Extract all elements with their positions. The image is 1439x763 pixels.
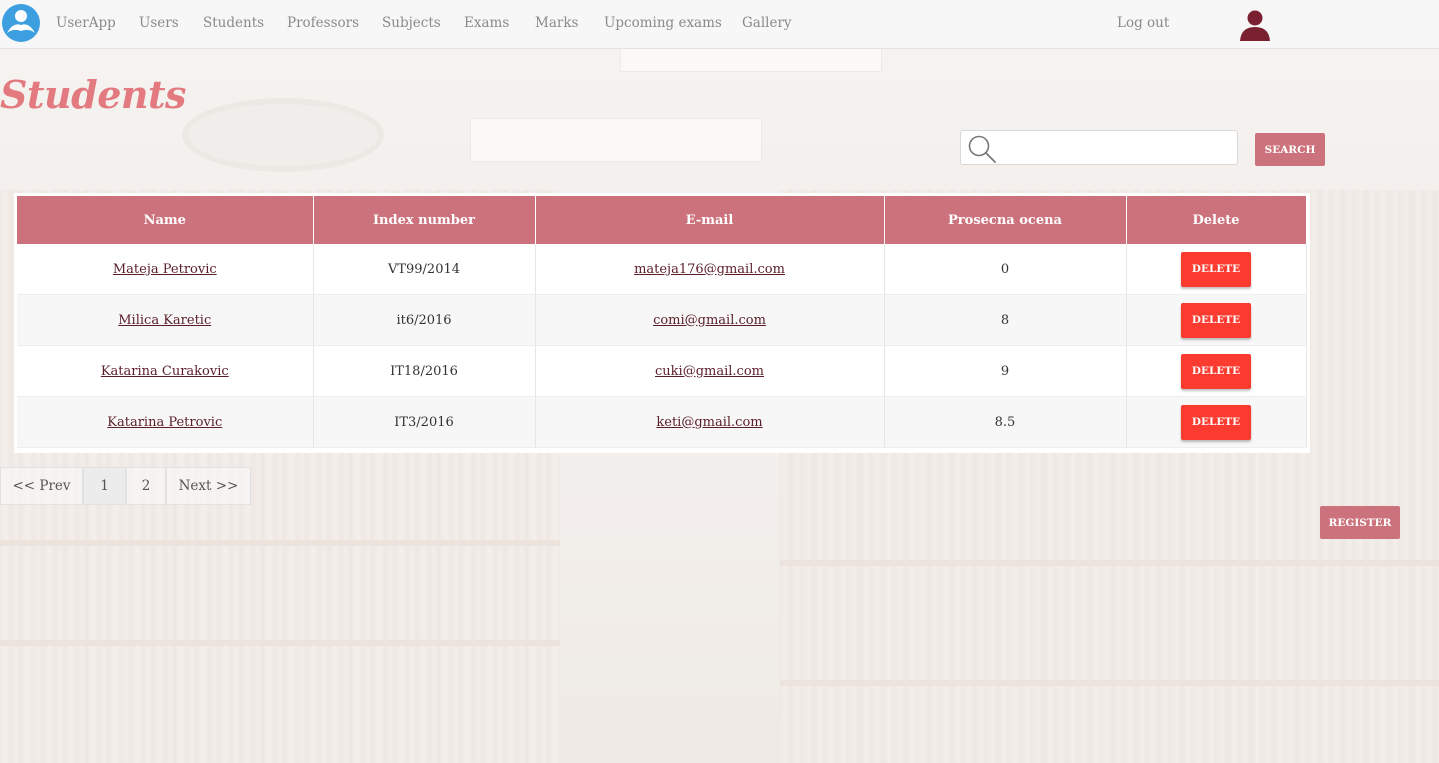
nav-item-upcoming-exams[interactable]: Upcoming exams [604, 15, 722, 31]
table-row: Katarina Curakovic IT18/2016 cuki@gmail.… [17, 345, 1307, 397]
search-box [960, 130, 1238, 165]
cell-name: Katarina Petrovic [17, 396, 314, 448]
pagination-page-1[interactable]: 1 [83, 467, 126, 505]
cell-email: cuki@gmail.com [535, 345, 885, 397]
students-table: Name Index number E-mail Prosecna ocena … [17, 196, 1307, 448]
cell-name: Katarina Curakovic [17, 345, 314, 397]
cell-name: Milica Karetic [17, 294, 314, 346]
students-table-container: Name Index number E-mail Prosecna ocena … [14, 193, 1310, 453]
column-header-name[interactable]: Name [17, 196, 314, 244]
nav-item-professors[interactable]: Professors [287, 15, 359, 31]
nav-brand-userapp[interactable]: UserApp [56, 15, 116, 31]
search-button[interactable]: SEARCH [1255, 133, 1325, 166]
nav-item-gallery[interactable]: Gallery [742, 15, 792, 31]
table-header-row: Name Index number E-mail Prosecna ocena … [17, 196, 1307, 244]
cell-index-number: IT3/2016 [313, 396, 536, 448]
userapp-logo-icon[interactable] [1, 3, 41, 43]
nav-item-subjects[interactable]: Subjects [382, 15, 441, 31]
student-name-link[interactable]: Mateja Petrovic [113, 262, 217, 277]
pagination-prev-button[interactable]: << Prev [0, 467, 83, 505]
cell-index-number: it6/2016 [313, 294, 536, 346]
student-name-link[interactable]: Katarina Petrovic [107, 415, 222, 430]
cell-index-number: VT99/2014 [313, 244, 536, 295]
student-name-link[interactable]: Milica Karetic [118, 313, 211, 328]
column-header-prosecna-ocena[interactable]: Prosecna ocena [884, 196, 1127, 244]
column-header-delete: Delete [1126, 196, 1307, 244]
student-email-link[interactable]: keti@gmail.com [656, 415, 762, 430]
pagination: << Prev 1 2 Next >> [0, 467, 251, 505]
cell-delete: DELETE [1126, 294, 1307, 346]
table-row: Mateja Petrovic VT99/2014 mateja176@gmai… [17, 244, 1307, 295]
cell-delete: DELETE [1126, 244, 1307, 295]
cell-prosecna-ocena: 0 [884, 244, 1127, 295]
cell-email: comi@gmail.com [535, 294, 885, 346]
page-title: Students [0, 72, 186, 117]
nav-item-students[interactable]: Students [203, 15, 264, 31]
student-email-link[interactable]: cuki@gmail.com [655, 364, 764, 379]
nav-item-users[interactable]: Users [139, 15, 179, 31]
delete-button[interactable]: DELETE [1181, 353, 1251, 389]
cell-email: keti@gmail.com [535, 396, 885, 448]
pagination-page-2[interactable]: 2 [126, 467, 166, 505]
cell-prosecna-ocena: 8.5 [884, 396, 1127, 448]
student-email-link[interactable]: comi@gmail.com [653, 313, 766, 328]
delete-button[interactable]: DELETE [1181, 302, 1251, 338]
delete-button[interactable]: DELETE [1181, 404, 1251, 440]
cell-prosecna-ocena: 9 [884, 345, 1127, 397]
logout-link[interactable]: Log out [1117, 15, 1169, 31]
cell-prosecna-ocena: 8 [884, 294, 1127, 346]
top-navbar: UserApp Users Students Professors Subjec… [0, 0, 1439, 49]
table-row: Katarina Petrovic IT3/2016 keti@gmail.co… [17, 396, 1307, 448]
delete-button[interactable]: DELETE [1181, 251, 1251, 287]
table-row: Milica Karetic it6/2016 comi@gmail.com 8… [17, 294, 1307, 346]
pagination-next-button[interactable]: Next >> [166, 467, 251, 505]
column-header-email[interactable]: E-mail [535, 196, 885, 244]
nav-item-marks[interactable]: Marks [535, 15, 578, 31]
search-input[interactable] [1001, 134, 1235, 163]
student-name-link[interactable]: Katarina Curakovic [101, 364, 229, 379]
column-header-index-number[interactable]: Index number [313, 196, 536, 244]
user-avatar-icon[interactable] [1238, 8, 1272, 42]
cell-delete: DELETE [1126, 345, 1307, 397]
cell-index-number: IT18/2016 [313, 345, 536, 397]
cell-email: mateja176@gmail.com [535, 244, 885, 295]
nav-item-exams[interactable]: Exams [464, 15, 509, 31]
cell-delete: DELETE [1126, 396, 1307, 448]
student-email-link[interactable]: mateja176@gmail.com [634, 262, 785, 277]
search-icon [968, 135, 996, 163]
cell-name: Mateja Petrovic [17, 244, 314, 295]
register-button[interactable]: REGISTER [1320, 506, 1400, 539]
